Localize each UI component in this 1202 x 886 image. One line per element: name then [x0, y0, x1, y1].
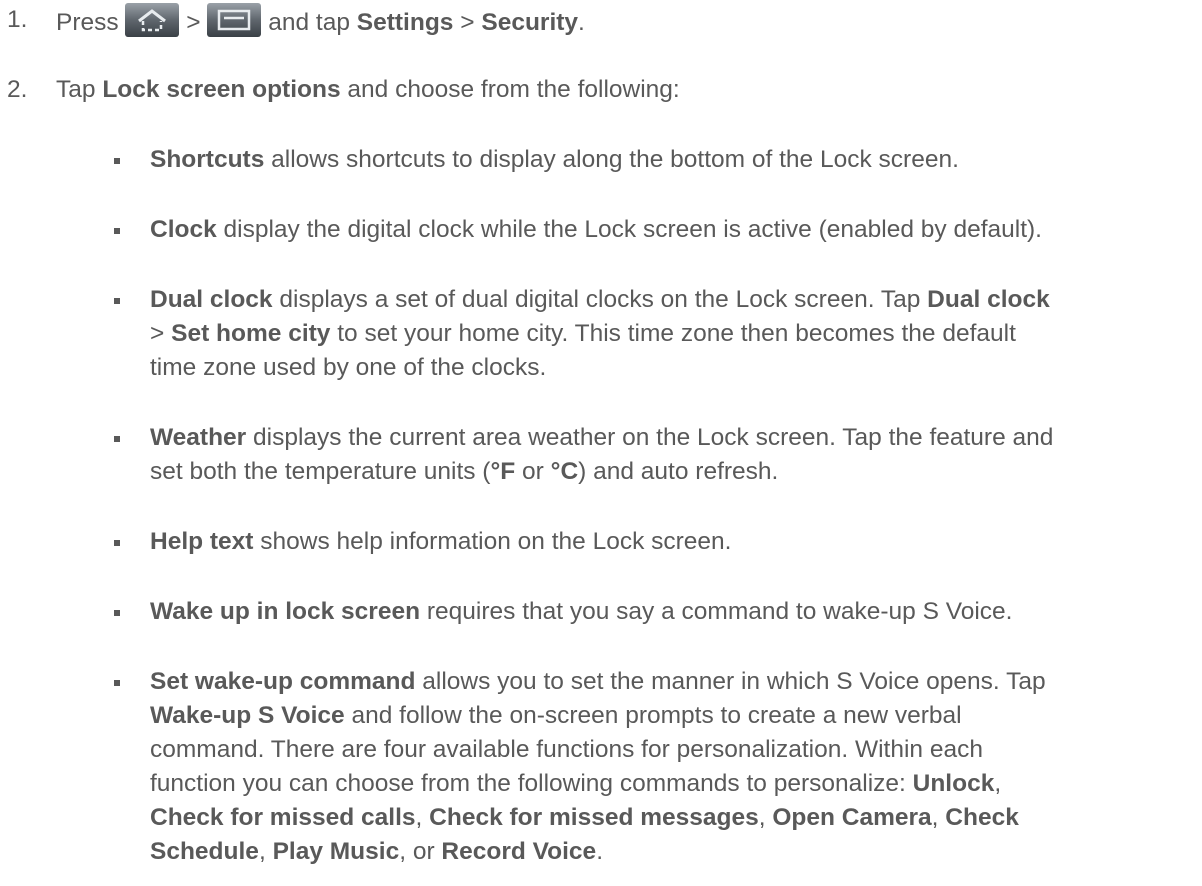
bullet-icon — [114, 228, 120, 234]
text-run: , — [415, 804, 430, 831]
lock-screen-options-label: Lock screen options — [102, 76, 341, 103]
text-run: set both the temperature units ( — [150, 458, 491, 485]
list-item-text: Dual clock displays a set of dual digita… — [150, 283, 1195, 385]
list-item-text: Wake up in lock screen requires that you… — [150, 595, 1195, 629]
text-line: Schedule, Play Music, or Record Voice. — [150, 835, 1195, 869]
separator: > — [186, 9, 201, 36]
text-run: , or — [399, 838, 442, 865]
text-run: command. There are four available functi… — [150, 736, 983, 763]
bold-term: Open Camera — [772, 804, 932, 831]
bold-term: Help text — [150, 528, 254, 555]
period: . — [578, 9, 585, 36]
text-run: , — [258, 838, 273, 865]
bold-term: Set wake-up command — [150, 668, 416, 695]
text-run: and follow the on-screen prompts to crea… — [344, 702, 962, 729]
list-item-text: Help text shows help information on the … — [150, 525, 1195, 559]
text-run: , — [931, 804, 946, 831]
document-page: 1. Press > and tap Settings > Security. … — [0, 0, 1202, 886]
text-run: time zone used by one of the clocks. — [150, 354, 547, 381]
bold-term: Dual clock — [927, 286, 1050, 313]
bold-term: Clock — [150, 216, 217, 243]
bullet-icon — [114, 680, 120, 686]
text-line: time zone used by one of the clocks. — [150, 351, 1195, 385]
text-run: or — [515, 458, 551, 485]
bullet-icon — [114, 610, 120, 616]
bold-term: Wake-up S Voice — [150, 702, 345, 729]
text-run: displays a set of dual digital clocks on… — [272, 286, 928, 313]
menu-key-icon — [207, 3, 262, 37]
step-2-text: Tap Lock screen options and choose from … — [56, 73, 680, 107]
settings-label: Settings — [356, 9, 454, 36]
step-number: 1. — [7, 6, 28, 33]
text-line: command. There are four available functi… — [150, 733, 1195, 767]
text-run: to set your home city. This time zone th… — [330, 320, 1016, 347]
text-run: , — [758, 804, 773, 831]
text-line: function you can choose from the followi… — [150, 767, 1195, 801]
text-line: Dual clock displays a set of dual digita… — [150, 283, 1195, 317]
text-run: allows shortcuts to display along the bo… — [264, 146, 959, 173]
bold-term: Wake up in lock screen — [150, 598, 421, 625]
text-run: function you can choose from the followi… — [150, 770, 913, 797]
bold-term: °C — [550, 458, 579, 485]
bold-term: Check for missed calls — [150, 804, 416, 831]
bullet-icon — [114, 436, 120, 442]
text-run: shows help information on the Lock scree… — [253, 528, 732, 555]
text-line: Weather displays the current area weathe… — [150, 421, 1195, 455]
bold-term: Set home city — [171, 320, 331, 347]
security-label: Security — [481, 9, 579, 36]
text-line: > Set home city to set your home city. T… — [150, 317, 1195, 351]
bold-term: Check — [945, 804, 1019, 831]
text-line: Clock display the digital clock while th… — [150, 213, 1195, 247]
bullet-icon — [114, 158, 120, 164]
bold-term: Schedule — [150, 838, 259, 865]
bold-term: °F — [490, 458, 516, 485]
bold-term: Dual clock — [150, 286, 273, 313]
text-run: > — [150, 320, 172, 347]
bullet-icon — [114, 540, 120, 546]
text-line: Set wake-up command allows you to set th… — [150, 665, 1195, 699]
bold-term: Shortcuts — [150, 146, 265, 173]
bold-term: Record Voice — [441, 838, 597, 865]
list-item-text: Weather displays the current area weathe… — [150, 421, 1195, 489]
text-run: . — [596, 838, 603, 865]
text-line: Check for missed calls, Check for missed… — [150, 801, 1195, 835]
text-run: ) and auto refresh. — [578, 458, 779, 485]
bold-term: Play Music — [272, 838, 400, 865]
step-1-text: Press > and tap Settings > Security. — [56, 3, 585, 40]
step-number: 2. — [7, 76, 28, 103]
bold-term: Unlock — [912, 770, 995, 797]
home-key-icon — [125, 3, 180, 37]
list-item-text: Shortcuts allows shortcuts to display al… — [150, 143, 1195, 177]
text-line: Shortcuts allows shortcuts to display al… — [150, 143, 1195, 177]
bullet-icon — [114, 298, 120, 304]
list-item-text: Set wake-up command allows you to set th… — [150, 665, 1195, 869]
tap-word: Tap — [56, 76, 96, 103]
text-run: display the digital clock while the Lock… — [216, 216, 1042, 243]
text-run: , — [994, 770, 1002, 797]
text-run: displays the current area weather on the… — [246, 424, 1054, 451]
and-tap-text: and tap — [268, 9, 350, 36]
text-line: Wake-up S Voice and follow the on-screen… — [150, 699, 1195, 733]
text-run: requires that you say a command to wake-… — [420, 598, 1013, 625]
text-line: Wake up in lock screen requires that you… — [150, 595, 1195, 629]
bold-term: Check for missed messages — [429, 804, 759, 831]
step-2-rest: and choose from the following: — [347, 76, 680, 103]
bold-term: Weather — [150, 424, 247, 451]
text-run: allows you to set the manner in which S … — [415, 668, 1046, 695]
separator: > — [460, 9, 475, 36]
text-line: set both the temperature units (°F or °C… — [150, 455, 1195, 489]
text-line: Help text shows help information on the … — [150, 525, 1195, 559]
press-word: Press — [56, 9, 119, 36]
list-item-text: Clock display the digital clock while th… — [150, 213, 1195, 247]
